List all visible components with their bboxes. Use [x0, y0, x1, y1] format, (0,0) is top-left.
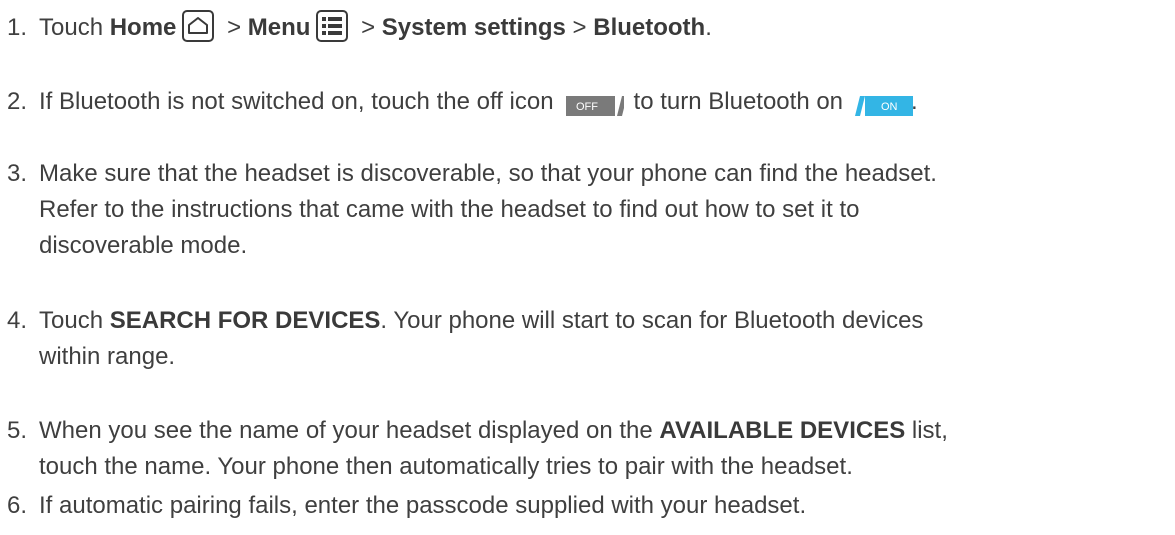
- step-number: 4.: [7, 307, 28, 334]
- step-text: list,: [905, 417, 948, 444]
- step-text: Make sure that the headset is discoverab…: [39, 160, 937, 187]
- separator: >: [354, 14, 382, 41]
- separator: >: [220, 14, 248, 41]
- step-number: 3.: [7, 160, 28, 187]
- step-text: within range.: [39, 343, 176, 370]
- step-text: discoverable mode.: [39, 232, 248, 259]
- step-number: 5.: [7, 417, 28, 444]
- menu-label: Menu: [247, 14, 311, 41]
- step-5: 5. When you see the name of your headset …: [7, 413, 1167, 485]
- step-text: When you see the name of your headset di…: [39, 417, 660, 444]
- toggle-on-label: ON: [881, 101, 898, 113]
- period: .: [705, 14, 712, 41]
- system-settings-label: System settings: [381, 14, 566, 41]
- step-number: 2.: [7, 88, 28, 115]
- step-text: If Bluetooth is not switched on, touch t…: [39, 88, 554, 115]
- step-text: If automatic pairing fails, enter the pa…: [39, 492, 807, 519]
- step-text: . Your phone will start to scan for Blue…: [380, 307, 924, 334]
- bluetooth-label: Bluetooth: [593, 14, 706, 41]
- step-text: Touch: [39, 14, 110, 41]
- step-2: 2. If Bluetooth is not switched on, touch…: [7, 84, 1167, 120]
- step-number: 1.: [7, 14, 28, 41]
- step-text: touch the name. Your phone then automati…: [39, 453, 853, 480]
- toggle-off-icon: OFF: [565, 91, 627, 116]
- step-1: 1. Touch Home > Menu > System settings > …: [7, 9, 1167, 46]
- step-text: to turn Bluetooth on: [633, 88, 844, 115]
- menu-icon: [316, 9, 349, 42]
- step-3: 3. Make sure that the headset is discover…: [7, 156, 1167, 264]
- separator: >: [565, 14, 594, 41]
- step-number: 6.: [7, 492, 28, 519]
- toggle-off-label: OFF: [576, 101, 598, 113]
- available-devices-label: AVAILABLE DEVICES: [659, 417, 906, 444]
- toggle-on-icon: ON: [855, 91, 914, 116]
- step-text: Touch: [39, 307, 110, 334]
- home-icon: [182, 9, 215, 42]
- search-for-devices-label: SEARCH FOR DEVICES: [109, 307, 381, 334]
- step-4: 4. Touch SEARCH FOR DEVICES. Your phone w…: [7, 303, 1167, 375]
- home-label: Home: [109, 14, 177, 41]
- step-6: 6. If automatic pairing fails, enter the …: [7, 488, 1167, 524]
- step-text: Refer to the instructions that came with…: [39, 196, 860, 223]
